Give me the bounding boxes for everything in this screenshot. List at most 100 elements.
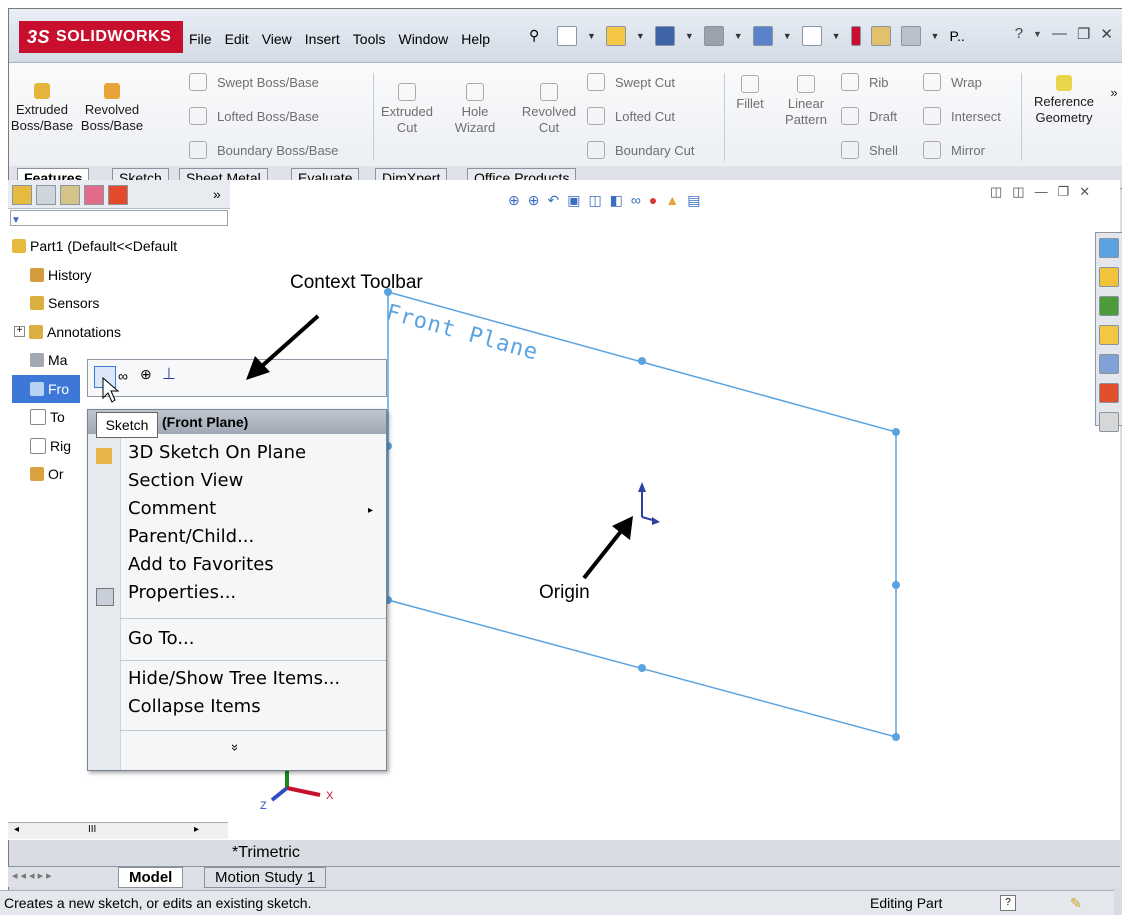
overflow-label[interactable]: P.. — [949, 28, 964, 44]
design-library-icon[interactable] — [1099, 296, 1119, 316]
tree-item-annotations[interactable]: + Annotations — [12, 318, 177, 347]
view-orientation-icon[interactable]: ◫ — [588, 192, 601, 209]
appearance-icon[interactable]: ● — [649, 192, 657, 209]
menu-item-add-to-favorites[interactable]: Add to Favorites — [128, 554, 274, 575]
chevron-down-icon[interactable]: ▼ — [1033, 25, 1042, 43]
print-icon[interactable] — [703, 26, 724, 46]
extruded-cut-button[interactable]: Extruded Cut — [379, 83, 435, 136]
rib-button[interactable]: Rib — [841, 73, 889, 91]
normal-to-icon[interactable]: ⊥ — [162, 364, 176, 384]
menu-expand-icon[interactable]: » — [228, 744, 243, 751]
linear-pattern-button[interactable]: Linear Pattern — [775, 75, 837, 128]
swept-cut-button[interactable]: Swept Cut — [587, 73, 675, 91]
minimize-icon[interactable]: — — [1035, 184, 1048, 200]
property-manager-icon[interactable] — [36, 185, 56, 205]
menu-view[interactable]: View — [262, 31, 292, 47]
lofted-boss-button[interactable]: Lofted Boss/Base — [189, 107, 319, 125]
custom-properties-icon[interactable] — [1099, 412, 1119, 432]
rebuild-icon[interactable] — [850, 26, 861, 46]
previous-view-icon[interactable]: ↶ — [547, 192, 559, 209]
revolved-cut-button[interactable]: Revolved Cut — [515, 83, 583, 136]
wrap-button[interactable]: Wrap — [923, 73, 982, 91]
solidworks-resources-icon[interactable] — [1099, 238, 1119, 258]
origin-marker[interactable] — [638, 482, 660, 525]
solidworks-logo[interactable]: 3S SOLIDWORKS — [19, 21, 183, 53]
split-view-icon[interactable]: ◫ — [990, 184, 1002, 200]
tab-scroll-icons[interactable]: ◂◂◂▸▸ — [12, 869, 55, 882]
hole-wizard-button[interactable]: Hole Wizard — [451, 83, 499, 136]
help-icon[interactable]: ? — [1015, 25, 1023, 43]
split-view-icon[interactable]: ◫ — [1012, 184, 1024, 200]
menu-insert[interactable]: Insert — [305, 31, 340, 47]
hide-icon[interactable]: ∞ — [118, 368, 128, 384]
pin-icon[interactable]: ⚲ — [529, 27, 547, 45]
revolved-boss-button[interactable]: Revolved Boss/Base — [77, 83, 147, 134]
options-icon[interactable] — [900, 26, 921, 46]
mirror-button[interactable]: Mirror — [923, 141, 985, 159]
menu-item-comment[interactable]: Comment — [128, 498, 216, 519]
tab-model[interactable]: Model — [118, 867, 184, 888]
panel-expand-icon[interactable]: » — [213, 186, 221, 202]
display-manager-icon[interactable] — [108, 185, 128, 205]
menu-edit[interactable]: Edit — [225, 31, 249, 47]
shell-button[interactable]: Shell — [841, 141, 898, 159]
display-style-icon[interactable]: ◧ — [610, 192, 623, 209]
zoom-area-icon[interactable]: ⊕ — [528, 192, 540, 209]
new-document-icon[interactable] — [557, 26, 577, 46]
tree-filter[interactable]: ▼ — [10, 210, 228, 226]
menu-item-properties[interactable]: Properties... — [128, 582, 236, 603]
ribbon-overflow-icon[interactable]: » — [1109, 85, 1119, 101]
undo-icon[interactable] — [752, 26, 773, 46]
close-icon[interactable]: ✕ — [1100, 25, 1113, 43]
plane-handle[interactable] — [638, 357, 646, 365]
boundary-boss-button[interactable]: Boundary Boss/Base — [189, 141, 338, 159]
fillet-button[interactable]: Fillet — [729, 75, 771, 112]
feature-manager-icon[interactable] — [12, 185, 32, 205]
rebuild-status-icon[interactable]: ✎ — [1070, 891, 1082, 915]
menu-item-section-view[interactable]: Section View — [128, 470, 243, 491]
draft-button[interactable]: Draft — [841, 107, 897, 125]
menu-item-collapse-items[interactable]: Collapse Items — [128, 696, 261, 717]
scene-icon[interactable]: ▲ — [665, 192, 679, 209]
reference-geometry-button[interactable]: Reference Geometry — [1023, 75, 1105, 126]
menu-item-go-to[interactable]: Go To... — [128, 628, 194, 649]
restore-icon[interactable]: ❐ — [1058, 184, 1070, 200]
tree-item-history[interactable]: History — [12, 261, 177, 290]
tab-motion-study[interactable]: Motion Study 1 — [204, 867, 327, 888]
close-icon[interactable]: ✕ — [1079, 184, 1090, 200]
section-view-icon[interactable]: ▣ — [567, 192, 580, 209]
tree-item-sensors[interactable]: Sensors — [12, 289, 177, 318]
file-properties-icon[interactable] — [870, 26, 891, 46]
plane-handle[interactable] — [892, 581, 900, 589]
file-explorer-icon[interactable] — [1099, 325, 1119, 345]
appearances-icon[interactable] — [1099, 383, 1119, 403]
scroll-left-icon[interactable]: ◂ — [14, 824, 19, 835]
lofted-cut-button[interactable]: Lofted Cut — [587, 107, 675, 125]
hide-show-icon[interactable]: ∞ — [631, 192, 641, 209]
menu-help[interactable]: Help — [461, 31, 490, 47]
minimize-icon[interactable]: — — [1052, 25, 1067, 43]
menu-item-parent-child[interactable]: Parent/Child... — [128, 526, 254, 547]
view-settings-icon[interactable]: ▤ — [687, 192, 700, 209]
zoom-to-selection-icon[interactable]: ⊕ — [140, 366, 152, 383]
plane-handle[interactable] — [892, 733, 900, 741]
scroll-thumb[interactable]: III — [88, 824, 96, 835]
zoom-to-fit-icon[interactable]: ⊕ — [508, 192, 520, 209]
menu-item-hide-show-tree-items[interactable]: Hide/Show Tree Items... — [128, 668, 340, 689]
menu-tools[interactable]: Tools — [353, 31, 386, 47]
plane-handle[interactable] — [892, 428, 900, 436]
menu-file[interactable]: File — [189, 31, 212, 47]
tree-item-part[interactable]: Part1 (Default<<Default — [12, 232, 177, 261]
sketch-icon[interactable] — [94, 366, 116, 388]
horizontal-scrollbar[interactable]: ◂ III ▸ — [8, 822, 228, 839]
help-icon[interactable]: ? — [1000, 895, 1016, 911]
dimxpert-manager-icon[interactable] — [84, 185, 104, 205]
home-icon[interactable] — [1099, 267, 1119, 287]
select-arrow-icon[interactable] — [801, 26, 822, 46]
boundary-cut-button[interactable]: Boundary Cut — [587, 141, 695, 159]
tree-item-front-plane[interactable]: Fro — [12, 374, 80, 403]
save-icon[interactable] — [654, 26, 675, 46]
view-palette-icon[interactable] — [1099, 354, 1119, 374]
plane-handle[interactable] — [638, 664, 646, 672]
scroll-right-icon[interactable]: ▸ — [194, 824, 199, 835]
